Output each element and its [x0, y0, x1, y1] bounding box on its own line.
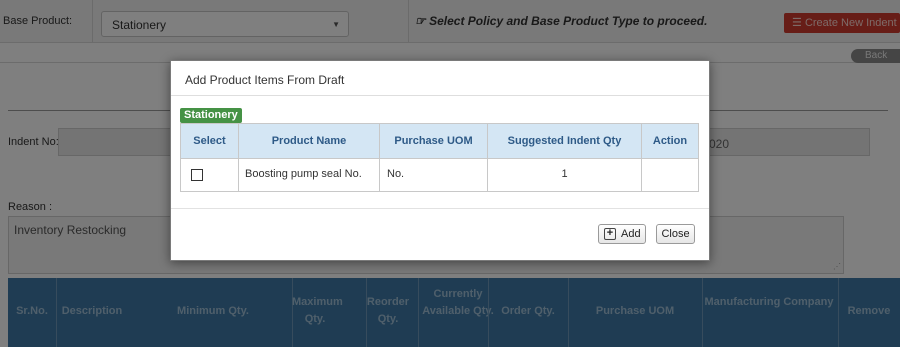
product-name-cell: Boosting pump seal No. [245, 168, 362, 180]
action-cell [642, 158, 698, 191]
column-header-select: Select [193, 135, 226, 147]
column-header-product-name: Product Name [271, 135, 347, 147]
divider [171, 95, 709, 96]
column-header-action: Action [652, 135, 688, 147]
column-header-purchase-uom: Purchase UOM [394, 135, 473, 147]
add-button-label: Add [621, 228, 641, 240]
select-checkbox[interactable] [191, 169, 203, 181]
category-badge: Stationery [180, 108, 242, 123]
add-button[interactable]: + Add [598, 224, 646, 244]
suggested-qty-cell: 1 [561, 168, 568, 180]
add-product-items-dialog: Add Product Items From Draft Stationery … [170, 60, 710, 261]
close-button-label: Close [661, 228, 690, 240]
column-header-suggested-indent-qty: Suggested Indent Qty [507, 135, 622, 147]
close-button[interactable]: Close [656, 224, 695, 244]
dialog-title: Add Product Items From Draft [185, 73, 345, 87]
draft-items-table: Select Product Name Purchase UOM Suggest… [180, 123, 699, 192]
plus-icon: + [604, 228, 616, 240]
purchase-uom-cell: No. [387, 168, 405, 180]
divider [171, 208, 709, 209]
